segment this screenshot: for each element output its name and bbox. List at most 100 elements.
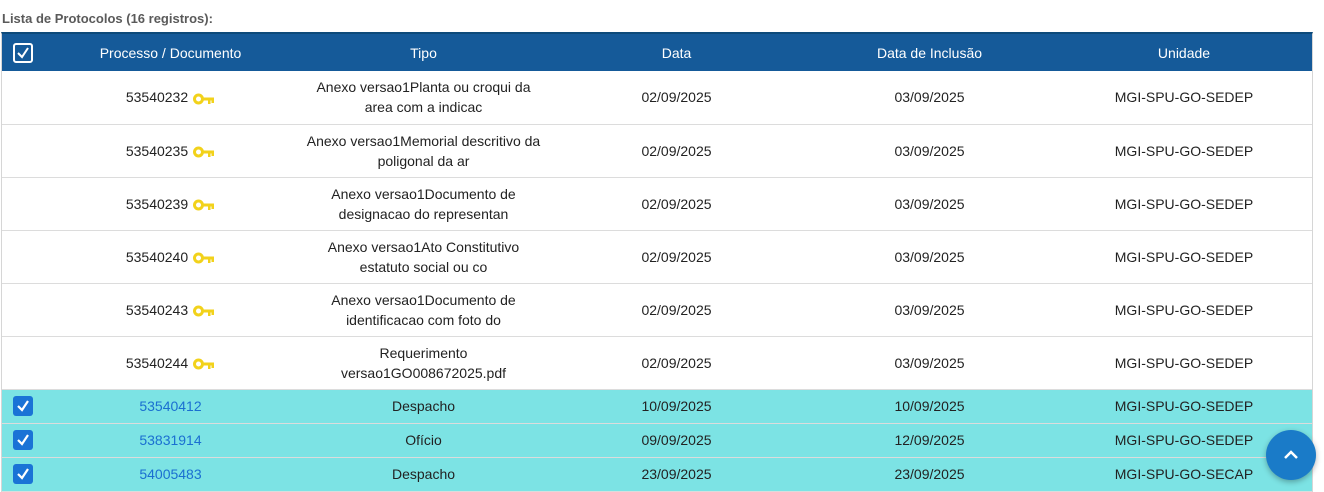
- row-check-cell[interactable]: [2, 457, 44, 492]
- tipo-cell: Anexo versao1Ato Constitutivo estatuto s…: [297, 230, 550, 284]
- processo-cell: 53540235: [44, 124, 297, 178]
- inclusao-cell: 03/09/2025: [803, 230, 1056, 284]
- tipo-cell: Ofício: [297, 423, 550, 458]
- data-cell: 02/09/2025: [550, 283, 803, 337]
- tipo-cell: Anexo versao1Documento de identificacao …: [297, 283, 550, 337]
- processo-link[interactable]: 53540412: [139, 398, 201, 414]
- chevron-up-icon: [1284, 450, 1298, 459]
- protocols-table-wrapper: Processo / Documento Tipo Data Data de I…: [1, 32, 1313, 492]
- processo-number: 53540239: [125, 195, 189, 212]
- table-row-selected[interactable]: 53831914 Ofício 09/09/2025 12/09/2025 MG…: [2, 423, 1312, 458]
- tipo-cell: Requerimento versao1GO008672025.pdf: [297, 336, 550, 390]
- header-tipo[interactable]: Tipo: [297, 34, 550, 71]
- tipo-cell: Despacho: [297, 389, 550, 424]
- tipo-text: Anexo versao1Memorial descritivo da poli…: [306, 132, 541, 169]
- table-row: 53540232 Anexo versao1Planta ou croqui d…: [2, 71, 1312, 125]
- table-row: 53540240 Anexo versao1Ato Constitutivo e…: [2, 230, 1312, 284]
- table-header-row: Processo / Documento Tipo Data Data de I…: [2, 34, 1312, 71]
- tipo-cell: Anexo versao1Memorial descritivo da poli…: [297, 124, 550, 178]
- unidade-cell: MGI-SPU-GO-SEDEP: [1056, 124, 1312, 178]
- data-cell: 10/09/2025: [550, 389, 803, 424]
- unidade-cell: MGI-SPU-GO-SEDEP: [1056, 177, 1312, 231]
- inclusao-cell: 03/09/2025: [803, 283, 1056, 337]
- row-check-cell: [2, 124, 44, 178]
- header-unidade[interactable]: Unidade: [1056, 34, 1312, 71]
- checkbox-checked-icon: [17, 468, 29, 480]
- data-cell: 23/09/2025: [550, 457, 803, 492]
- row-check-cell[interactable]: [2, 389, 44, 424]
- inclusao-cell: 03/09/2025: [803, 71, 1056, 125]
- key-icon: [193, 252, 215, 264]
- table-row-selected[interactable]: 53540412 Despacho 10/09/2025 10/09/2025 …: [2, 389, 1312, 424]
- table-row: 53540235 Anexo versao1Memorial descritiv…: [2, 124, 1312, 178]
- processo-cell: 53540232: [44, 71, 297, 125]
- tipo-text: Anexo versao1Documento de identificacao …: [331, 291, 516, 328]
- data-cell: 02/09/2025: [550, 336, 803, 390]
- row-check-cell[interactable]: [2, 423, 44, 458]
- key-icon: [193, 199, 215, 211]
- list-caption: Lista de Protocolos (16 registros):: [2, 11, 213, 26]
- table-row: 53540244 Requerimento versao1GO008672025…: [2, 336, 1312, 390]
- processo-number: 53540240: [125, 248, 189, 265]
- processo-number: 53540235: [125, 142, 189, 159]
- header-processo[interactable]: Processo / Documento: [44, 34, 297, 71]
- unidade-cell: MGI-SPU-GO-SEDEP: [1056, 283, 1312, 337]
- inclusao-cell: 03/09/2025: [803, 124, 1056, 178]
- processo-cell: 53540243: [44, 283, 297, 337]
- key-icon: [193, 146, 215, 158]
- tipo-cell: Anexo versao1Planta ou croqui da area co…: [297, 71, 550, 125]
- row-checkbox[interactable]: [13, 464, 33, 484]
- processo-link[interactable]: 53831914: [139, 432, 201, 448]
- processo-number: 53540232: [125, 89, 189, 106]
- unidade-cell: MGI-SPU-GO-SEDEP: [1056, 336, 1312, 390]
- data-cell: 02/09/2025: [550, 230, 803, 284]
- row-check-cell: [2, 71, 44, 125]
- checkbox-checked-icon: [17, 46, 29, 59]
- inclusao-cell: 12/09/2025: [803, 423, 1056, 458]
- scroll-to-top-button[interactable]: [1266, 430, 1316, 480]
- select-all-checkbox[interactable]: [13, 42, 33, 63]
- inclusao-cell: 03/09/2025: [803, 336, 1056, 390]
- table-row: 53540243 Anexo versao1Documento de ident…: [2, 283, 1312, 337]
- data-cell: 02/09/2025: [550, 177, 803, 231]
- row-checkbox[interactable]: [13, 396, 33, 416]
- key-icon: [193, 93, 215, 105]
- inclusao-cell: 23/09/2025: [803, 457, 1056, 492]
- inclusao-cell: 03/09/2025: [803, 177, 1056, 231]
- table-row: 53540239 Anexo versao1Documento de desig…: [2, 177, 1312, 231]
- tipo-text: Anexo versao1Ato Constitutivo estatuto s…: [327, 238, 520, 275]
- unidade-cell: MGI-SPU-GO-SEDEP: [1056, 230, 1312, 284]
- unidade-cell: MGI-SPU-GO-SEDEP: [1056, 71, 1312, 125]
- row-check-cell: [2, 230, 44, 284]
- table-row-selected[interactable]: 54005483 Despacho 23/09/2025 23/09/2025 …: [2, 457, 1312, 492]
- unidade-cell: MGI-SPU-GO-SEDEP: [1056, 389, 1312, 424]
- row-check-cell: [2, 283, 44, 337]
- header-data-inclusao[interactable]: Data de Inclusão: [803, 34, 1056, 71]
- data-cell: 09/09/2025: [550, 423, 803, 458]
- row-check-cell: [2, 336, 44, 390]
- data-cell: 02/09/2025: [550, 71, 803, 125]
- row-check-cell: [2, 177, 44, 231]
- tipo-cell: Despacho: [297, 457, 550, 492]
- inclusao-cell: 10/09/2025: [803, 389, 1056, 424]
- row-checkbox[interactable]: [13, 430, 33, 450]
- protocols-table: Processo / Documento Tipo Data Data de I…: [2, 34, 1312, 492]
- select-all-header[interactable]: [2, 34, 44, 71]
- processo-cell: 53540240: [44, 230, 297, 284]
- tipo-cell: Anexo versao1Documento de designacao do …: [297, 177, 550, 231]
- tipo-text: Requerimento versao1GO008672025.pdf: [340, 344, 506, 381]
- processo-cell: 53540412: [44, 389, 297, 424]
- processo-number: 53540243: [125, 301, 189, 318]
- header-data[interactable]: Data: [550, 34, 803, 71]
- table-body: 53540232 Anexo versao1Planta ou croqui d…: [2, 71, 1312, 492]
- checkbox-checked-icon: [17, 400, 29, 412]
- key-icon: [193, 358, 215, 370]
- data-cell: 02/09/2025: [550, 124, 803, 178]
- processo-number: 53540244: [125, 354, 189, 371]
- checkbox-checked-icon: [17, 434, 29, 446]
- processo-cell: 54005483: [44, 457, 297, 492]
- key-icon: [193, 305, 215, 317]
- processo-link[interactable]: 54005483: [139, 466, 201, 482]
- processo-cell: 53540244: [44, 336, 297, 390]
- tipo-text: Anexo versao1Documento de designacao do …: [331, 185, 516, 222]
